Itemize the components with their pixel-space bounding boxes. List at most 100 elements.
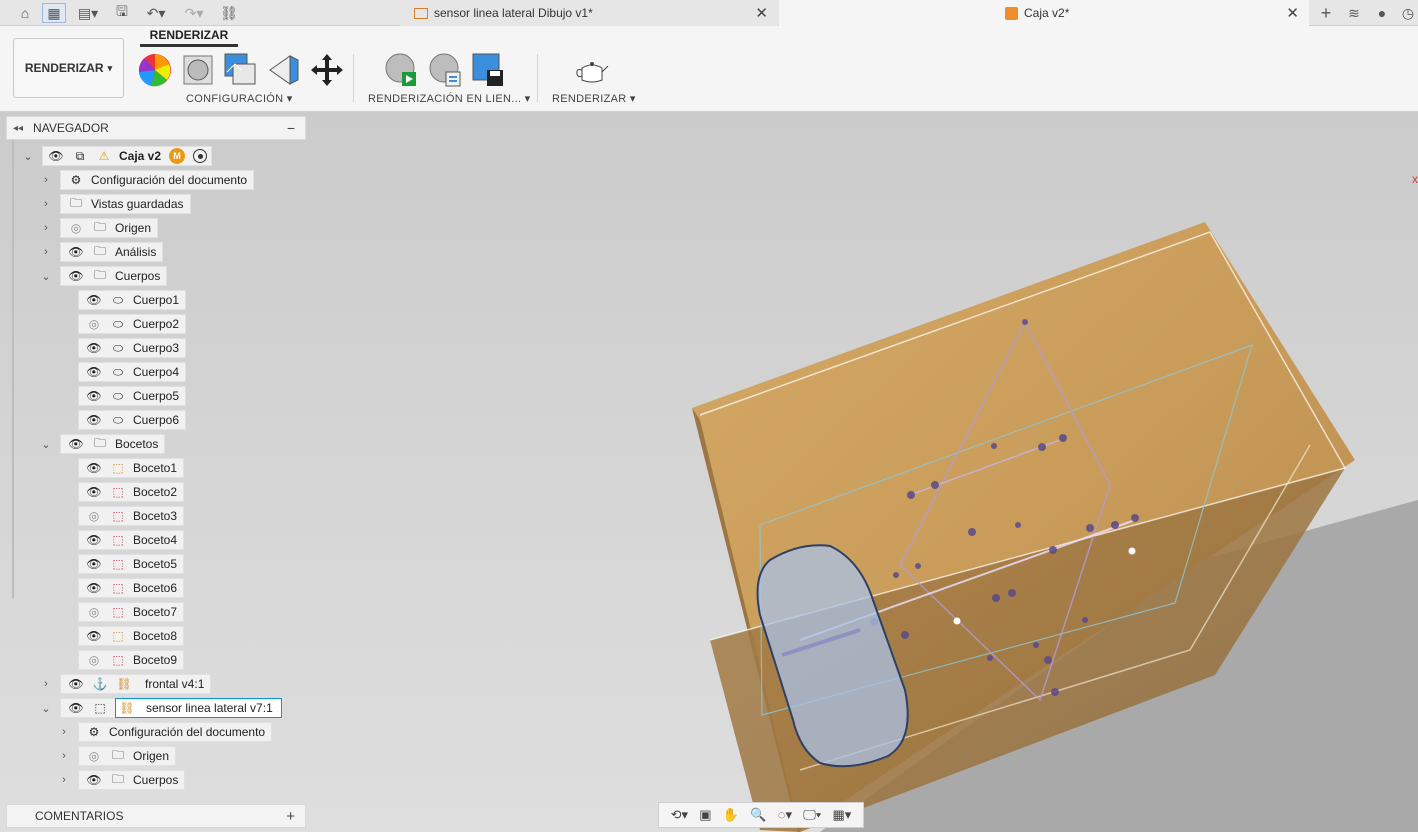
collapse-panel-icon[interactable]: ◂◂ bbox=[13, 123, 23, 134]
tree-cell[interactable]: 👁 ⬚ Boceto4 bbox=[78, 530, 185, 550]
selected-component[interactable]: ⛓ sensor linea lateral v7:1 bbox=[115, 698, 282, 718]
capture-image-icon[interactable] bbox=[471, 52, 507, 88]
home-icon[interactable]: ⌂ bbox=[14, 3, 36, 23]
fit-icon[interactable]: ◌▾ bbox=[778, 807, 792, 823]
eye-icon[interactable]: 👁 bbox=[85, 291, 103, 309]
eye-icon[interactable]: 👁 bbox=[67, 435, 85, 453]
chevron-right-icon[interactable]: › bbox=[40, 174, 52, 186]
render-teapot-icon[interactable] bbox=[574, 54, 610, 90]
eye-hidden-icon[interactable]: ◎ bbox=[85, 603, 103, 621]
tree-item-sketch[interactable]: ◎ ⬚ Boceto9 bbox=[78, 650, 185, 670]
tree-cell[interactable]: 👁 ⬚ ⛓ sensor linea lateral v7:1 bbox=[60, 698, 283, 718]
eye-icon[interactable]: 👁 bbox=[47, 147, 65, 165]
eye-hidden-icon[interactable]: ◎ bbox=[85, 651, 103, 669]
eye-icon[interactable]: 👁 bbox=[67, 699, 85, 717]
tree-cell[interactable]: ◎ 🗀 Origen bbox=[60, 218, 159, 238]
close-icon[interactable]: ✕ bbox=[755, 4, 768, 22]
tree-item-config[interactable]: › ⚙ Configuración del documento bbox=[40, 170, 255, 190]
tree-item-vistas[interactable]: › 🗀 Vistas guardadas bbox=[40, 194, 191, 214]
eye-hidden-icon[interactable]: ◎ bbox=[85, 747, 103, 765]
tree-item-body[interactable]: 👁 ⬭ Cuerpo1 bbox=[78, 290, 187, 310]
chevron-down-icon[interactable]: ⌄ bbox=[22, 150, 34, 163]
eye-icon[interactable]: 👁 bbox=[85, 555, 103, 573]
eye-hidden-icon[interactable]: ◎ bbox=[85, 315, 103, 333]
tree-item-sketch[interactable]: ◎ ⬚ Boceto7 bbox=[78, 602, 185, 622]
tree-item-sub-config[interactable]: › ⚙ Configuración del documento bbox=[58, 722, 273, 742]
render-start-icon[interactable] bbox=[384, 52, 420, 88]
tree-item-frontal[interactable]: › 👁 ⚓ ⛓ frontal v4:1 bbox=[40, 674, 212, 694]
viewcube-edge-icon[interactable]: x bbox=[1412, 172, 1418, 186]
decal-icon[interactable] bbox=[266, 52, 302, 88]
tree-item-analisis[interactable]: › 👁 🗀 Análisis bbox=[40, 242, 164, 262]
data-panel-icon[interactable]: ≋ bbox=[1344, 3, 1364, 23]
tree-cell[interactable]: ⚙ Configuración del documento bbox=[78, 722, 273, 742]
tree-cell[interactable]: ⚙ Configuración del documento bbox=[60, 170, 255, 190]
tree-cell[interactable]: 👁 🗀 Cuerpos bbox=[60, 266, 168, 286]
tree-item-bocetos[interactable]: ⌄ 👁 🗀 Bocetos bbox=[40, 434, 166, 454]
radio-active-icon[interactable] bbox=[193, 149, 208, 163]
tree-item-body[interactable]: 👁 ⬭ Cuerpo3 bbox=[78, 338, 187, 358]
eye-icon[interactable]: 👁 bbox=[67, 243, 85, 261]
minimize-icon[interactable]: − bbox=[287, 120, 295, 136]
eye-hidden-icon[interactable]: ◎ bbox=[67, 219, 85, 237]
eye-icon[interactable]: 👁 bbox=[85, 411, 103, 429]
tree-item-body[interactable]: ◎ ⬭ Cuerpo2 bbox=[78, 314, 187, 334]
tree-item-sketch[interactable]: 👁 ⬚ Boceto8 bbox=[78, 626, 185, 646]
move-icon[interactable] bbox=[309, 52, 345, 88]
clock-icon[interactable]: ◷ bbox=[1398, 3, 1418, 23]
tree-cell[interactable]: ◎ ⬚ Boceto9 bbox=[78, 650, 185, 670]
tree-item-sketch[interactable]: 👁 ⬚ Boceto4 bbox=[78, 530, 185, 550]
tree-cell[interactable]: 👁 ⬭ Cuerpo1 bbox=[78, 290, 187, 310]
display-settings-icon[interactable]: 🖵▾ bbox=[803, 807, 821, 823]
eye-icon[interactable]: 👁 bbox=[85, 459, 103, 477]
tree-cell[interactable]: 👁 ⬚ Boceto8 bbox=[78, 626, 185, 646]
chevron-down-icon[interactable]: ⌄ bbox=[40, 438, 52, 451]
chevron-right-icon[interactable]: › bbox=[40, 198, 52, 210]
close-icon[interactable]: ✕ bbox=[1286, 4, 1299, 22]
tree-cell[interactable]: 👁 ⬭ Cuerpo3 bbox=[78, 338, 187, 358]
save-icon[interactable]: 🖫 bbox=[112, 3, 132, 23]
comments-panel[interactable]: COMENTARIOS + bbox=[6, 804, 306, 828]
tab-sensor-drawing[interactable]: sensor linea lateral Dibujo v1* ✕ bbox=[400, 0, 778, 26]
tree-cell[interactable]: ◎ ⬚ Boceto3 bbox=[78, 506, 185, 526]
tree-item-origen[interactable]: › ◎ 🗀 Origen bbox=[40, 218, 159, 238]
tree-item-sub-origen[interactable]: › ◎ 🗀 Origen bbox=[58, 746, 177, 766]
root-cell[interactable]: 👁 ⧉ ⚠ Caja v2 M bbox=[42, 146, 213, 166]
tree-root[interactable]: ⌄ 👁 ⧉ ⚠ Caja v2 M bbox=[20, 146, 213, 166]
grid-menu-icon[interactable]: ▦ bbox=[42, 3, 66, 23]
tree-cell[interactable]: 👁 ⬚ Boceto1 bbox=[78, 458, 185, 478]
tree-item-sketch[interactable]: 👁 ⬚ Boceto6 bbox=[78, 578, 185, 598]
tree-cell[interactable]: 👁 🗀 Análisis bbox=[60, 242, 164, 262]
eye-icon[interactable]: 👁 bbox=[85, 483, 103, 501]
chevron-down-icon[interactable]: ⌄ bbox=[40, 270, 52, 283]
file-menu-icon[interactable]: ▤▾ bbox=[74, 3, 102, 23]
eye-icon[interactable]: 👁 bbox=[85, 363, 103, 381]
tree-item-body[interactable]: 👁 ⬭ Cuerpo5 bbox=[78, 386, 187, 406]
tree-item-sketch[interactable]: 👁 ⬚ Boceto5 bbox=[78, 554, 185, 574]
eye-icon[interactable]: 👁 bbox=[85, 531, 103, 549]
group-renderizacion-en-linea[interactable]: RENDERIZACIÓN EN LIEN... ▾ bbox=[368, 92, 530, 105]
warning-icon[interactable]: ⚠ bbox=[95, 147, 113, 165]
tree-cell[interactable]: ◎ 🗀 Origen bbox=[78, 746, 177, 766]
eye-hidden-icon[interactable]: ◎ bbox=[85, 507, 103, 525]
tree-cell[interactable]: 👁 ⬭ Cuerpo6 bbox=[78, 410, 187, 430]
tree-cell[interactable]: 👁 ⬚ Boceto6 bbox=[78, 578, 185, 598]
eye-icon[interactable]: 👁 bbox=[85, 339, 103, 357]
tree-cell[interactable]: 👁 🗀 Cuerpos bbox=[78, 770, 186, 790]
tree-cell[interactable]: 👁 ⬚ Boceto2 bbox=[78, 482, 185, 502]
group-configuracion[interactable]: CONFIGURACIÓN ▾ bbox=[186, 92, 293, 105]
tree-item-body[interactable]: 👁 ⬭ Cuerpo6 bbox=[78, 410, 187, 430]
pan-icon[interactable]: ✋ bbox=[723, 807, 739, 823]
tab-renderizar[interactable]: RENDERIZAR bbox=[140, 28, 238, 47]
look-at-icon[interactable]: ▣ bbox=[699, 807, 711, 823]
tree-cell[interactable]: 👁 ⬭ Cuerpo4 bbox=[78, 362, 187, 382]
eye-icon[interactable]: 👁 bbox=[85, 771, 103, 789]
tree-item-sketch[interactable]: ◎ ⬚ Boceto3 bbox=[78, 506, 185, 526]
render-settings-icon[interactable] bbox=[428, 52, 464, 88]
chevron-right-icon[interactable]: › bbox=[40, 222, 52, 234]
tree-cell[interactable]: 👁 ⬚ Boceto5 bbox=[78, 554, 185, 574]
navigator-header[interactable]: ◂◂ NAVEGADOR − bbox=[6, 116, 306, 140]
orbit-icon[interactable]: ⟲▾ bbox=[671, 807, 688, 823]
new-tab-icon[interactable]: + bbox=[1316, 3, 1336, 23]
chevron-right-icon[interactable]: › bbox=[58, 750, 70, 762]
